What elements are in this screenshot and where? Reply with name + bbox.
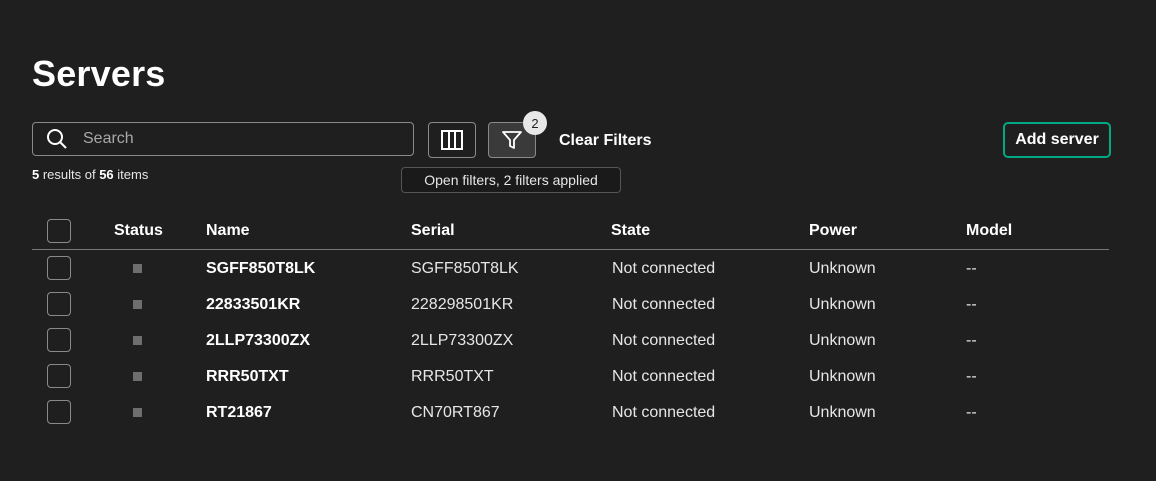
filter-count-badge: 2	[523, 111, 547, 135]
results-summary: 5 results of 56 items	[32, 167, 148, 182]
search-icon	[47, 129, 67, 149]
column-header-serial[interactable]: Serial	[411, 222, 455, 240]
column-header-status[interactable]: Status	[114, 222, 163, 240]
row-checkbox[interactable]	[47, 256, 71, 280]
status-unknown-icon	[133, 372, 142, 381]
row-model: --	[966, 404, 977, 421]
row-checkbox[interactable]	[47, 292, 71, 316]
header-divider	[32, 249, 1109, 250]
row-model: --	[966, 368, 977, 385]
row-serial: SGFF850T8LK	[411, 260, 519, 277]
row-serial: 2LLP73300ZX	[411, 332, 514, 349]
column-header-state[interactable]: State	[611, 222, 650, 240]
filter-icon	[502, 131, 522, 149]
row-power: Unknown	[809, 296, 876, 313]
row-checkbox[interactable]	[47, 400, 71, 424]
page-title: Servers	[32, 53, 166, 94]
row-power: Unknown	[809, 260, 876, 277]
filter-tooltip: Open filters, 2 filters applied	[401, 167, 621, 193]
row-name[interactable]: 2LLP73300ZX	[206, 332, 310, 350]
search-box[interactable]	[32, 122, 414, 156]
row-name[interactable]: SGFF850T8LK	[206, 260, 315, 278]
row-checkbox[interactable]	[47, 328, 71, 352]
row-state: Not connected	[612, 368, 716, 385]
row-state: Not connected	[612, 296, 716, 313]
row-name[interactable]: 22833501KR	[206, 296, 300, 314]
row-power: Unknown	[809, 332, 876, 349]
results-suffix: items	[113, 167, 149, 182]
status-unknown-icon	[133, 300, 142, 309]
row-power: Unknown	[809, 404, 876, 421]
row-state: Not connected	[612, 332, 716, 349]
results-middle: results of	[39, 167, 100, 182]
status-unknown-icon	[133, 408, 142, 417]
column-header-name[interactable]: Name	[206, 222, 250, 240]
column-header-model[interactable]: Model	[966, 222, 1012, 240]
columns-button[interactable]	[428, 122, 476, 158]
row-serial: CN70RT867	[411, 404, 500, 421]
row-model: --	[966, 260, 977, 277]
row-serial: RRR50TXT	[411, 368, 494, 385]
search-input[interactable]	[81, 129, 385, 149]
row-checkbox[interactable]	[47, 364, 71, 388]
row-name[interactable]: RT21867	[206, 404, 272, 422]
select-all-checkbox[interactable]	[47, 219, 71, 243]
columns-icon	[441, 130, 463, 150]
row-state: Not connected	[612, 260, 716, 277]
add-server-button[interactable]: Add server	[1003, 122, 1111, 158]
row-model: --	[966, 296, 977, 313]
results-total: 56	[99, 167, 114, 182]
status-unknown-icon	[133, 264, 142, 273]
row-serial: 228298501KR	[411, 296, 514, 313]
status-unknown-icon	[133, 336, 142, 345]
row-power: Unknown	[809, 368, 876, 385]
clear-filters-button[interactable]: Clear Filters	[559, 132, 651, 150]
row-model: --	[966, 332, 977, 349]
column-header-power[interactable]: Power	[809, 222, 857, 240]
row-name[interactable]: RRR50TXT	[206, 368, 289, 386]
row-state: Not connected	[612, 404, 716, 421]
